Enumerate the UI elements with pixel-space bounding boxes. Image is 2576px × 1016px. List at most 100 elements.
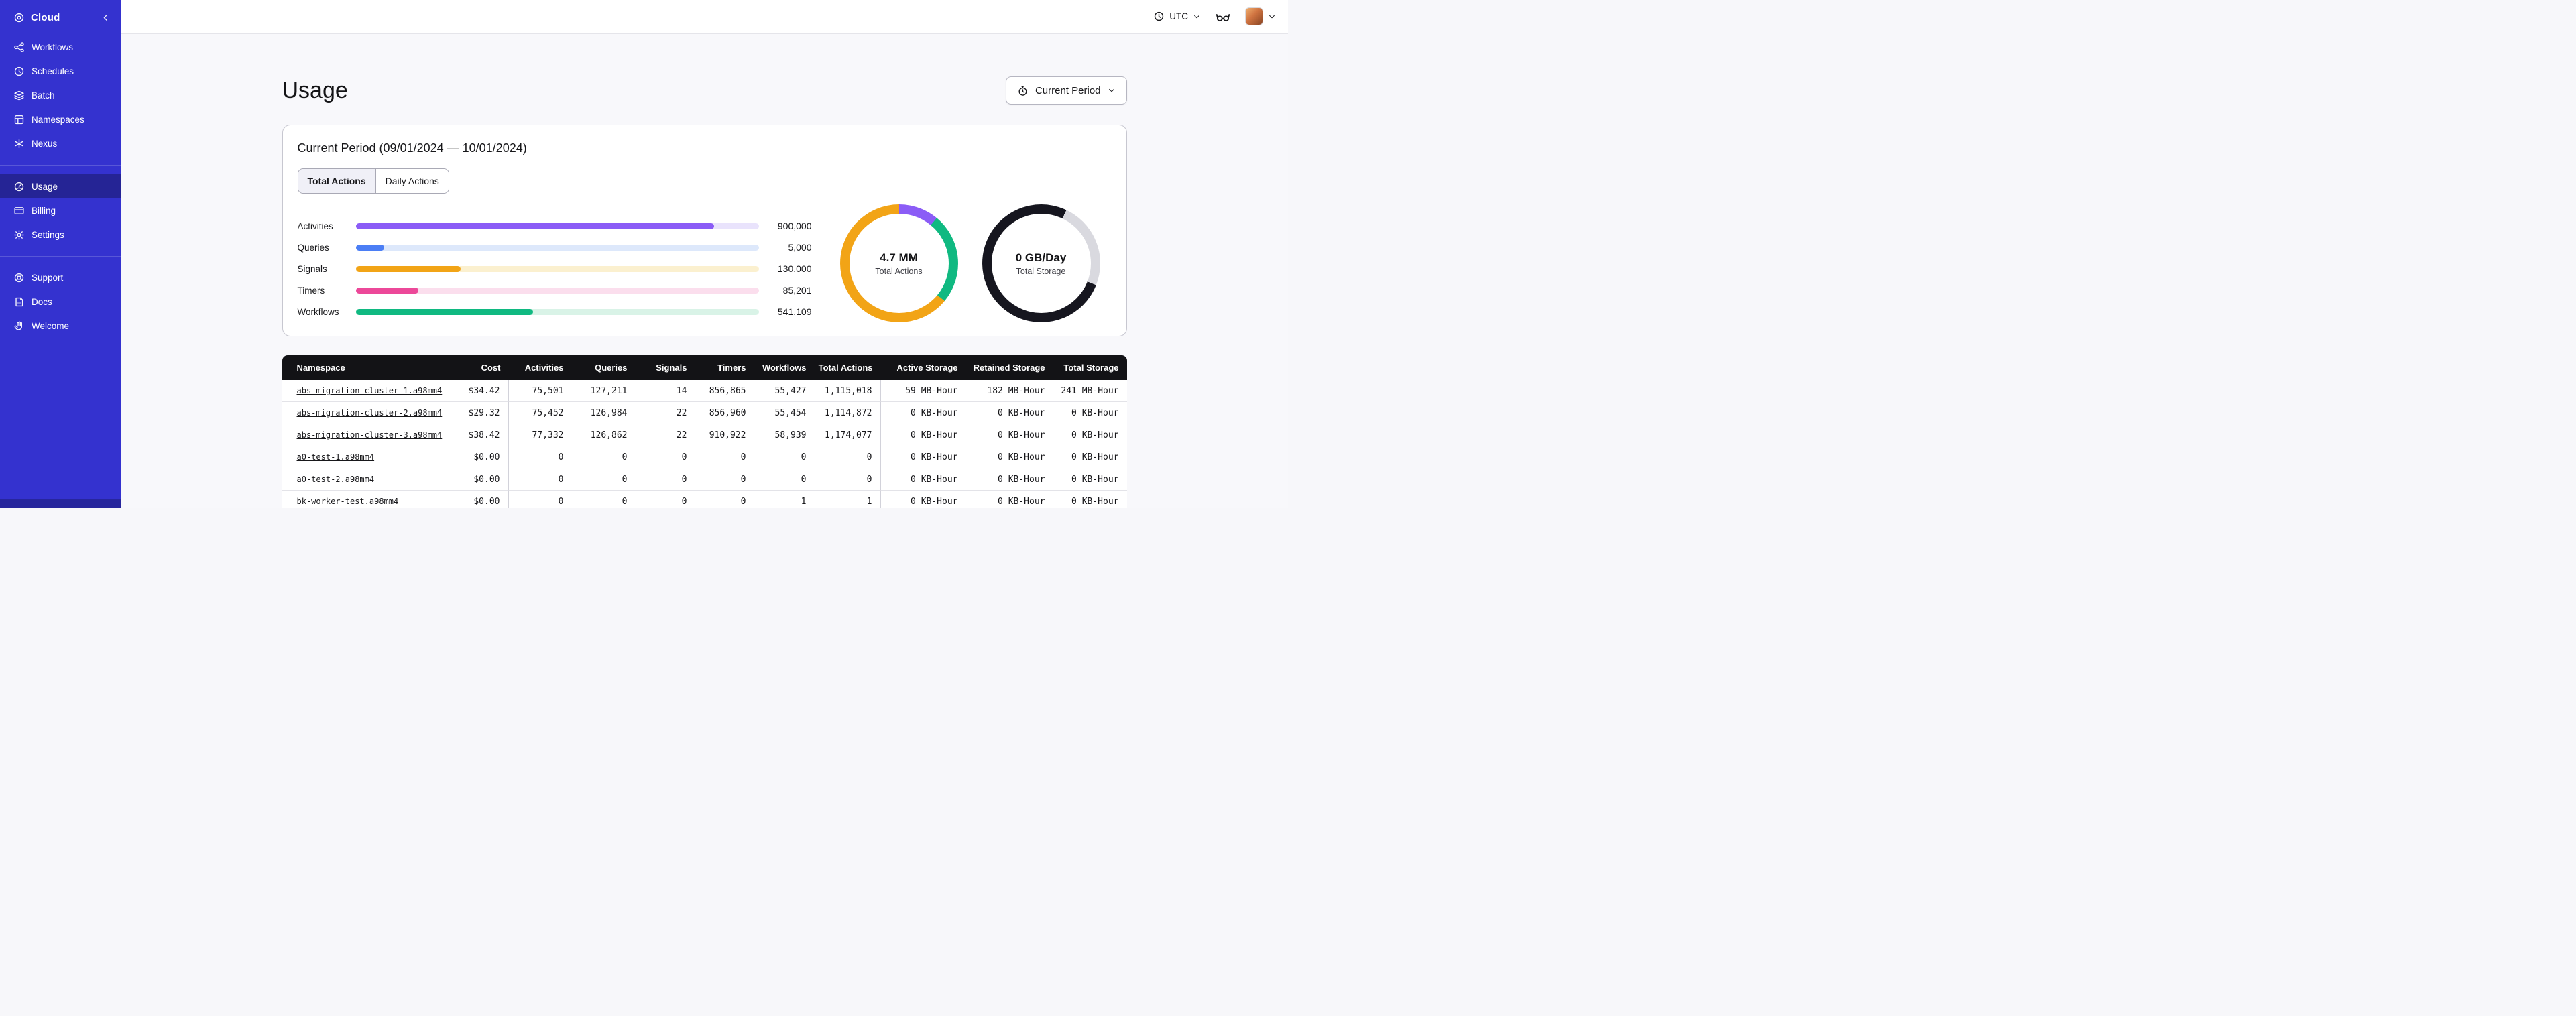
table-cell: 0 bbox=[571, 491, 636, 508]
table-cell: 55,454 bbox=[754, 402, 815, 424]
column-header-total-actions: Total Actions bbox=[814, 355, 881, 380]
table-cell: 182 MB-Hour bbox=[965, 380, 1053, 402]
bar-track bbox=[355, 308, 759, 315]
actions-bar-chart: Activities 900,000 Queries 5,000 Signals 130,… bbox=[298, 215, 812, 322]
table-row: bk-worker-test.a98mm4 $0.00 0 0 0 0 1 1 0 KB-Hou… bbox=[282, 491, 1127, 508]
table-cell: 22 bbox=[635, 402, 695, 424]
sidebar-item-namespaces[interactable]: Namespaces bbox=[0, 107, 121, 131]
bar-track bbox=[355, 223, 759, 229]
table-cell: 910,922 bbox=[695, 424, 754, 446]
sidebar-item-batch[interactable]: Batch bbox=[0, 83, 121, 107]
period-dropdown[interactable]: Current Period bbox=[1005, 76, 1127, 105]
table-cell: 0 bbox=[508, 491, 572, 508]
bar-value: 130,000 bbox=[777, 263, 812, 274]
table-cell: 75,452 bbox=[508, 402, 572, 424]
sidebar-item-billing[interactable]: Billing bbox=[0, 198, 121, 223]
sidebar-item-workflows[interactable]: Workflows bbox=[0, 35, 121, 59]
sidebar-item-schedules[interactable]: Schedules bbox=[0, 59, 121, 83]
total-storage-value: 0 GB/Day bbox=[1015, 251, 1067, 264]
sidebar-item-usage[interactable]: Usage bbox=[0, 174, 121, 198]
table-cell: 14 bbox=[635, 380, 695, 402]
namespace-link[interactable]: bk-worker-test.a98mm4 bbox=[297, 497, 399, 506]
table-cell: 856,960 bbox=[695, 402, 754, 424]
table-cell: 0 KB-Hour bbox=[965, 402, 1053, 424]
total-actions-value: 4.7 MM bbox=[880, 251, 918, 264]
bar-value: 900,000 bbox=[777, 220, 812, 231]
table-cell: 0 bbox=[754, 446, 815, 468]
table-cell: 1,174,077 bbox=[814, 424, 881, 446]
table-cell: $38.42 bbox=[443, 424, 509, 446]
schedules-icon bbox=[13, 66, 25, 77]
bar-label: Workflows bbox=[297, 306, 339, 317]
page-title: Usage bbox=[282, 77, 348, 103]
bar-row-workflows: Workflows 541,109 bbox=[298, 301, 812, 322]
table-cell: 127,211 bbox=[571, 380, 636, 402]
sidebar-item-label: Support bbox=[32, 272, 64, 283]
table-cell: $0.00 bbox=[443, 468, 509, 491]
table-cell: 126,984 bbox=[571, 402, 636, 424]
tab-daily-actions[interactable]: Daily Actions bbox=[375, 169, 449, 193]
sidebar-item-label: Batch bbox=[32, 90, 55, 101]
bar-track bbox=[355, 287, 759, 294]
namespace-link[interactable]: a0-test-1.a98mm4 bbox=[297, 452, 375, 462]
topbar: UTC bbox=[121, 0, 1288, 34]
docs-icon bbox=[13, 296, 25, 308]
sidebar-item-label: Usage bbox=[32, 181, 58, 192]
sidebar-collapse-button[interactable] bbox=[100, 12, 111, 23]
namespace-link[interactable]: abs-migration-cluster-3.a98mm4 bbox=[297, 430, 443, 440]
sidebar-item-welcome[interactable]: Welcome bbox=[0, 314, 121, 338]
sidebar-item-label: Welcome bbox=[32, 320, 70, 331]
sidebar-item-settings[interactable]: Settings bbox=[0, 223, 121, 247]
sidebar-item-label: Billing bbox=[32, 205, 56, 216]
cloud-logo-icon bbox=[13, 12, 25, 23]
sidebar-item-support[interactable]: Support bbox=[0, 265, 121, 290]
sidebar-item-label: Workflows bbox=[32, 42, 74, 52]
table-cell: 0 bbox=[635, 491, 695, 508]
glasses-icon[interactable] bbox=[1216, 9, 1230, 24]
table-cell: 1,114,872 bbox=[814, 402, 881, 424]
table-cell: 0 KB-Hour bbox=[1053, 468, 1127, 491]
table-cell: 241 MB-Hour bbox=[1053, 380, 1127, 402]
namespace-link[interactable]: a0-test-2.a98mm4 bbox=[297, 474, 375, 484]
tab-total-actions[interactable]: Total Actions bbox=[298, 169, 376, 193]
table-cell: abs-migration-cluster-1.a98mm4 bbox=[282, 380, 443, 402]
column-header-retained-storage: Retained Storage bbox=[965, 355, 1053, 380]
bar-label: Queries bbox=[297, 242, 329, 253]
table-header-row: Namespace Cost Activities Queries Signals Tim… bbox=[282, 355, 1127, 380]
bar-row-timers: Timers 85,201 bbox=[298, 279, 812, 301]
usage-icon bbox=[13, 181, 25, 192]
sidebar-footer bbox=[0, 499, 121, 508]
timezone-select[interactable]: UTC bbox=[1153, 11, 1201, 22]
table-cell: $34.42 bbox=[443, 380, 509, 402]
sidebar-item-nexus[interactable]: Nexus bbox=[0, 131, 121, 155]
clock-icon bbox=[1153, 11, 1165, 22]
sidebar-item-docs[interactable]: Docs bbox=[0, 290, 121, 314]
column-header-queries: Queries bbox=[571, 355, 636, 380]
column-header-signals: Signals bbox=[635, 355, 695, 380]
batch-icon bbox=[13, 90, 25, 101]
namespace-link[interactable]: abs-migration-cluster-1.a98mm4 bbox=[297, 386, 443, 395]
table-cell: 0 bbox=[695, 446, 754, 468]
total-actions-label: Total Actions bbox=[875, 266, 923, 276]
user-menu[interactable] bbox=[1245, 7, 1276, 25]
table-cell: 0 KB-Hour bbox=[880, 468, 966, 491]
chevron-down-icon bbox=[1268, 13, 1276, 21]
usage-table: Namespace Cost Activities Queries Signals Tim… bbox=[282, 355, 1127, 508]
namespace-link[interactable]: abs-migration-cluster-2.a98mm4 bbox=[297, 408, 443, 418]
table-cell: 0 KB-Hour bbox=[880, 446, 966, 468]
usage-card: Current Period (09/01/2024 — 10/01/2024)… bbox=[282, 125, 1127, 336]
bar-row-activities: Activities 900,000 bbox=[298, 215, 812, 237]
timezone-label: UTC bbox=[1169, 11, 1188, 21]
bar-track bbox=[355, 244, 759, 251]
table-cell: 0 KB-Hour bbox=[880, 424, 966, 446]
donut-center-text: 0 GB/Day Total Storage bbox=[1016, 251, 1067, 276]
table-cell: 0 KB-Hour bbox=[965, 446, 1053, 468]
column-header-timers: Timers bbox=[695, 355, 754, 380]
bar-label: Signals bbox=[297, 263, 327, 274]
total-actions-donut: 4.7 MM Total Actions bbox=[839, 204, 958, 322]
bar-row-queries: Queries 5,000 bbox=[298, 237, 812, 258]
column-header-total-storage: Total Storage bbox=[1053, 355, 1127, 380]
view-tabs: Total Actions Daily Actions bbox=[297, 168, 449, 194]
sidebar-item-label: Docs bbox=[32, 296, 52, 307]
workflows-icon bbox=[13, 42, 25, 53]
